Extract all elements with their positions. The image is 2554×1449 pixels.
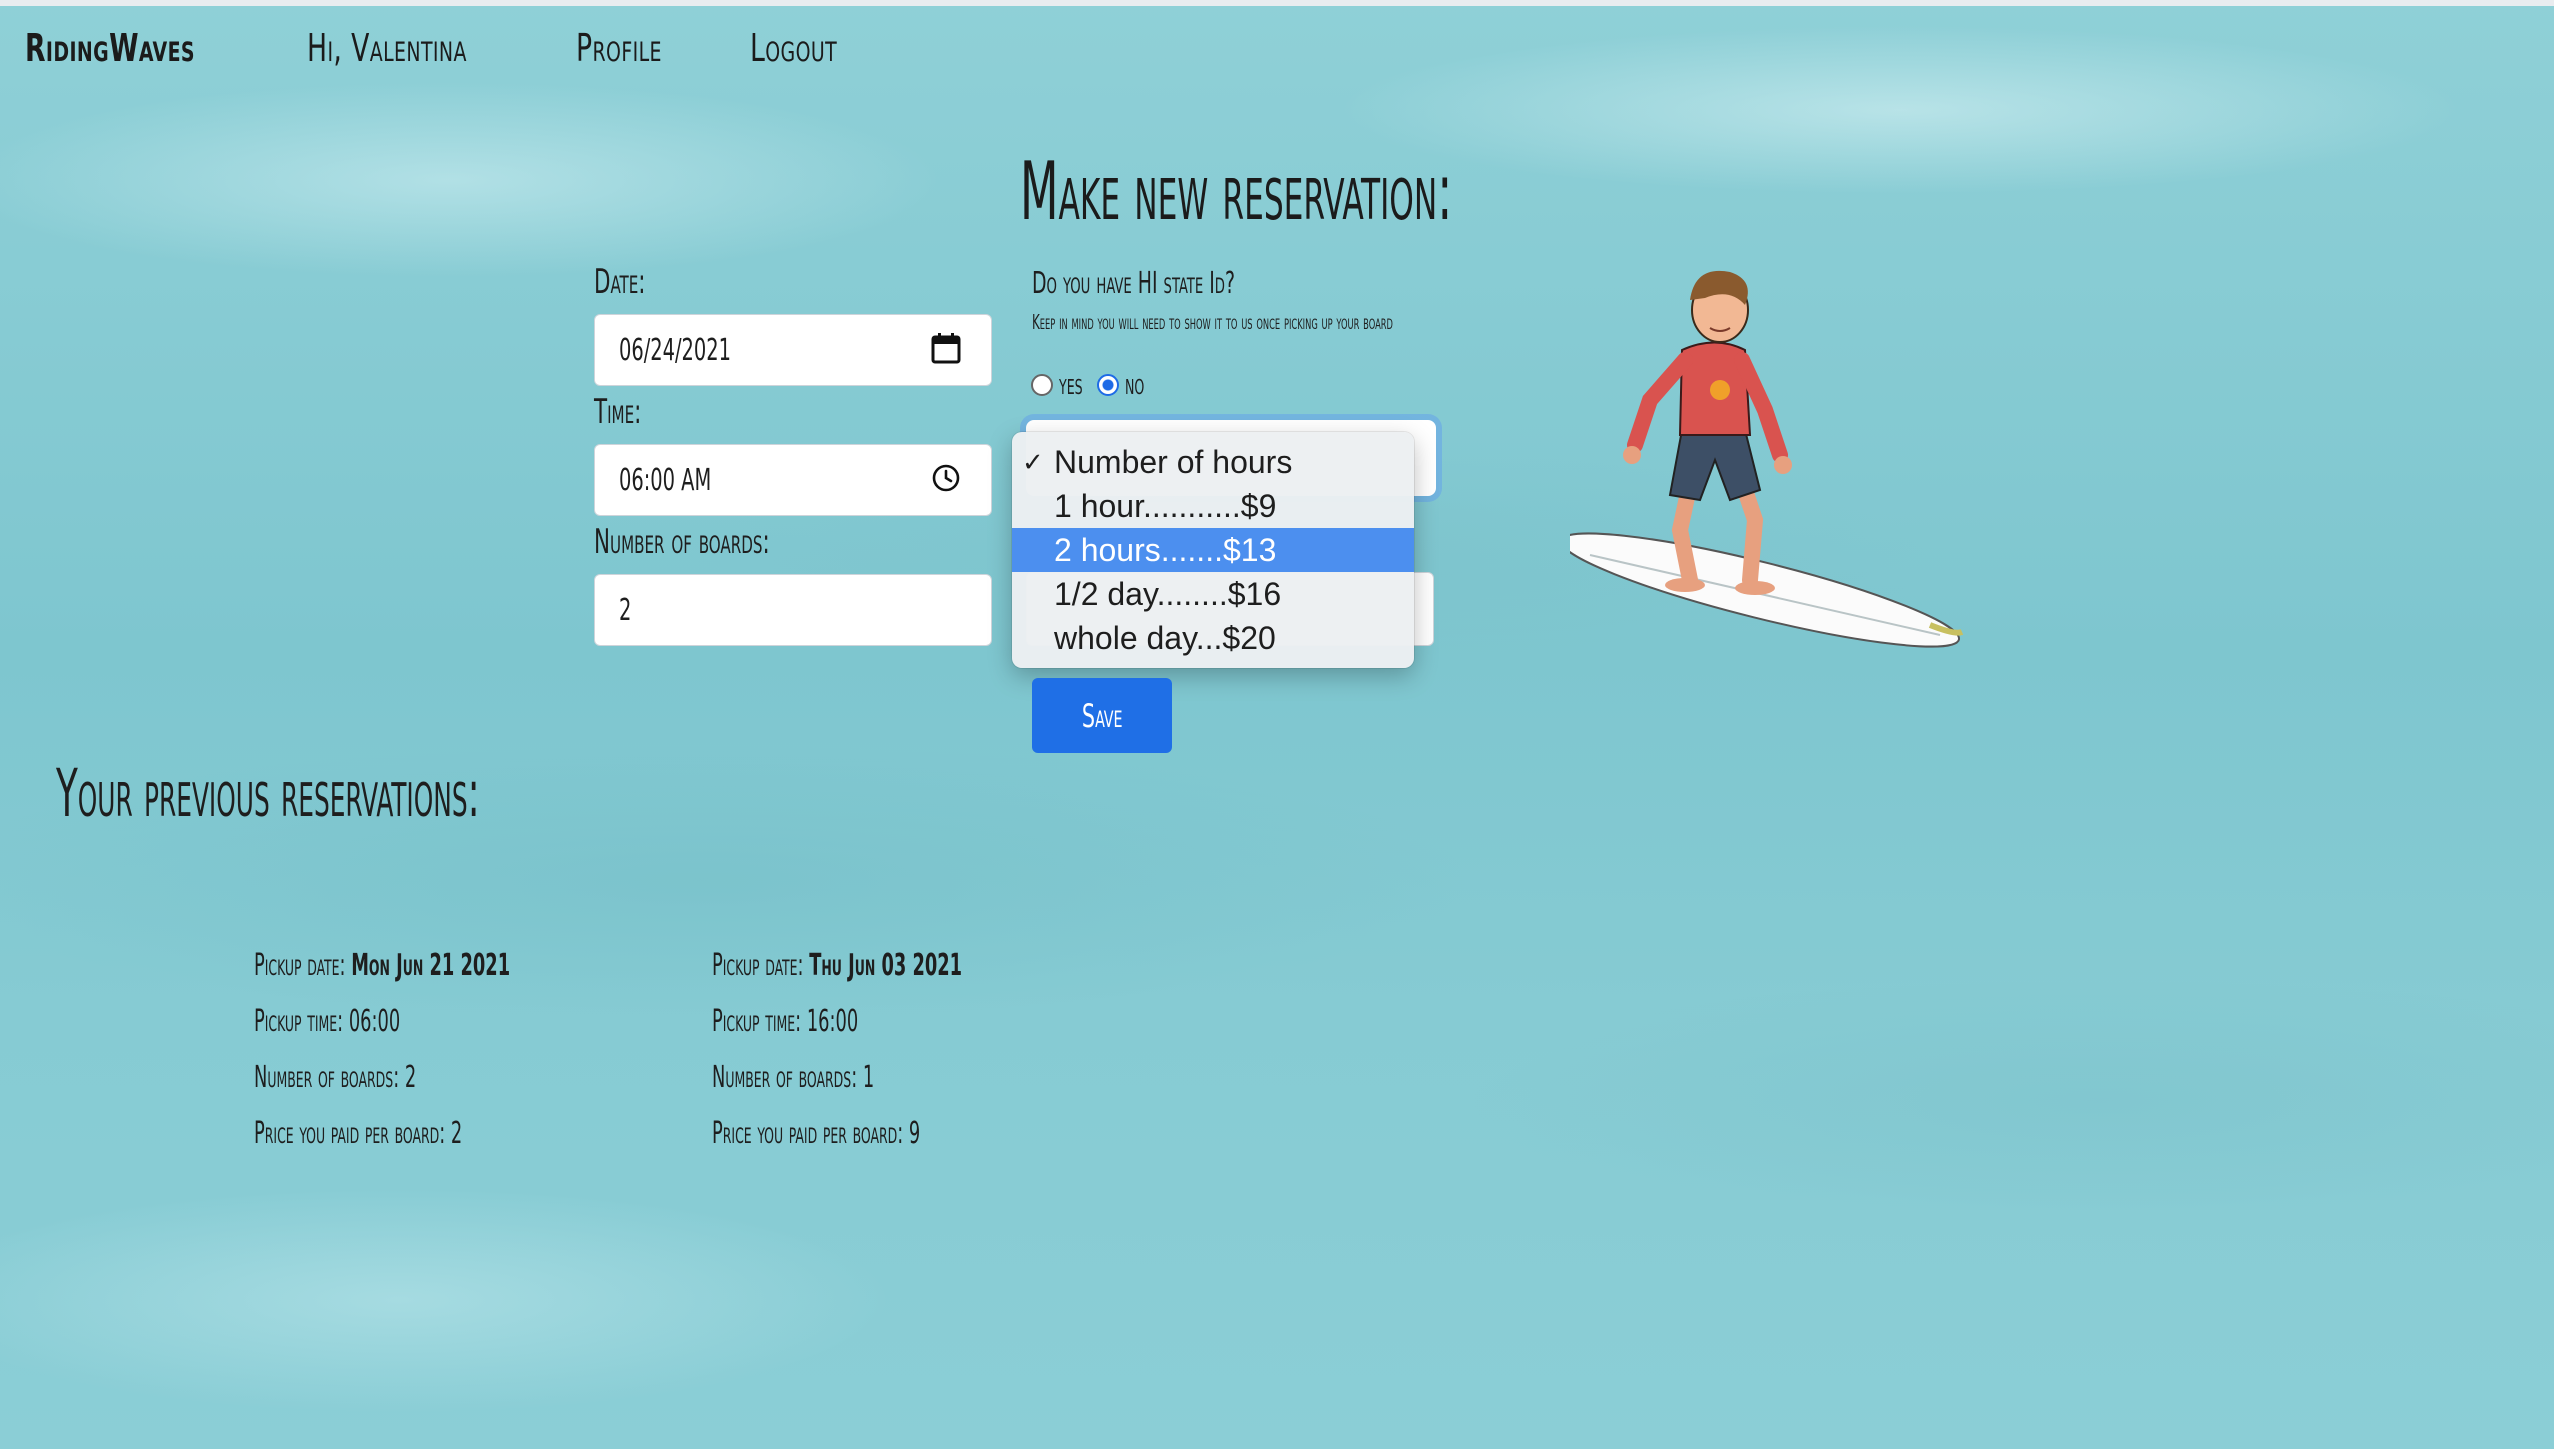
pickup-date-value: Thu Jun 03 2021 [809,948,963,983]
reservation-card: Pickup date: Thu Jun 03 2021 Pickup time… [712,938,1091,1162]
boards-count-value: 1 [862,1060,875,1095]
hours-option[interactable]: 1 hour...........$9 [1012,484,1414,528]
hours-option-label: 2 hours.......$13 [1054,531,1277,568]
pickup-date-label: Pickup date: [712,948,810,983]
browser-top-border [0,0,2554,6]
price-value: 9 [908,1116,921,1151]
price-line: Price you paid per board: 9 [712,1106,962,1162]
boards-count-label: Number of boards: [254,1060,405,1095]
date-input[interactable]: 06/24/2021 [594,314,992,386]
time-label: Time: [594,392,642,432]
save-button-label: Save [1081,696,1123,735]
boards-value: 2 [619,592,632,628]
calendar-icon[interactable] [931,332,961,368]
pickup-date-line: Pickup date: Mon Jun 21 2021 [254,938,510,994]
pickup-time-line: Pickup time: 16:00 [712,994,962,1050]
hours-option-label: Number of hours [1054,443,1293,480]
boards-count-line: Number of boards: 1 [712,1050,962,1106]
hours-option[interactable]: whole day...$20 [1012,616,1414,660]
top-navbar: RidingWaves Hi, Valentina Profile Logout [25,26,862,70]
price-value: 2 [450,1116,463,1151]
price-label: Price you paid per board: [254,1116,451,1151]
boards-input[interactable]: 2 [594,574,992,646]
date-value: 06/24/2021 [619,332,731,368]
radio-no-label: no [1124,368,1145,401]
pickup-time-label: Pickup time: [254,1004,349,1039]
pickup-time-label: Pickup time: [712,1004,807,1039]
hours-dropdown-menu: ✓ Number of hours 1 hour...........$9 2 … [1012,432,1414,668]
price-line: Price you paid per board: 2 [254,1106,510,1162]
page-title: Make new reservation: [1020,145,1453,238]
clock-icon[interactable] [931,463,961,497]
pickup-time-value: 06:00 [348,1004,401,1039]
time-input[interactable]: 06:00 AM [594,444,992,516]
greeting-link[interactable]: Hi, Valentina [307,26,467,70]
time-value: 06:00 AM [619,462,712,498]
brand-link[interactable]: RidingWaves [25,26,195,70]
pickup-date-value: Mon Jun 21 2021 [351,948,511,983]
save-button[interactable]: Save [1032,678,1172,753]
checkmark-icon: ✓ [1022,446,1044,477]
radio-no[interactable] [1096,373,1119,396]
previous-reservations-title: Your previous reservations: [56,755,480,832]
boards-count-label: Number of boards: [712,1060,863,1095]
profile-link[interactable]: Profile [576,26,662,70]
date-label: Date: [594,262,646,302]
hours-option-label: whole day...$20 [1054,619,1276,656]
price-label: Price you paid per board: [712,1116,909,1151]
boards-count-line: Number of boards: 2 [254,1050,510,1106]
logout-link[interactable]: Logout [750,26,837,70]
radio-yes-label: yes [1059,368,1083,401]
state-id-radio-group: yes no [1031,368,1156,401]
pickup-date-label: Pickup date: [254,948,352,983]
boards-count-value: 2 [404,1060,417,1095]
radio-yes[interactable] [1031,373,1053,396]
hours-option-label: 1/2 day........$16 [1054,575,1282,612]
surfer-illustration [1559,250,1970,654]
state-id-question: Do you have HI state Id? [1032,266,1235,301]
pickup-date-line: Pickup date: Thu Jun 03 2021 [712,938,962,994]
pickup-time-line: Pickup time: 06:00 [254,994,510,1050]
hours-option-highlighted[interactable]: 2 hours.......$13 [1012,528,1414,572]
reservation-card: Pickup date: Mon Jun 21 2021 Pickup time… [254,938,642,1162]
hours-option-label: 1 hour...........$9 [1054,487,1277,524]
boards-label: Number of boards: [594,522,770,562]
pickup-time-value: 16:00 [806,1004,859,1039]
hours-option[interactable]: ✓ Number of hours [1012,440,1414,484]
state-id-note: Keep in mind you will need to show it to… [1032,310,1393,334]
hours-option[interactable]: 1/2 day........$16 [1012,572,1414,616]
